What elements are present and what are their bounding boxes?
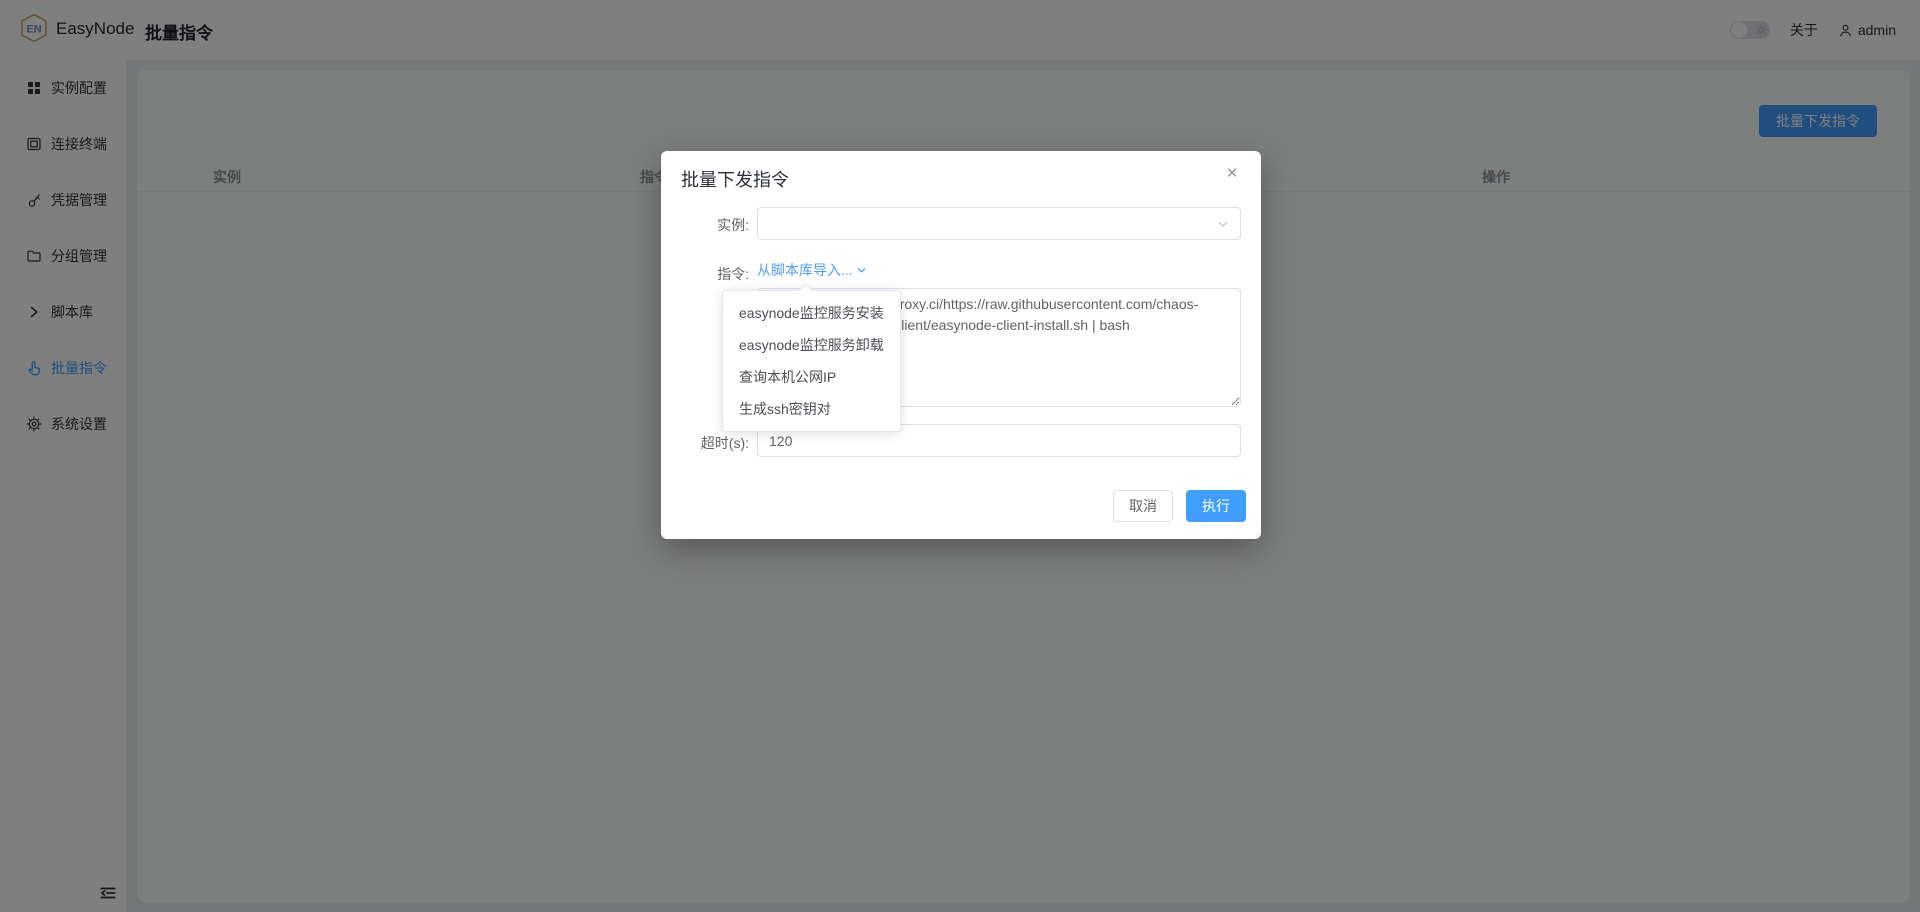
modal-title: 批量下发指令 bbox=[681, 166, 789, 192]
chevron-down-icon bbox=[856, 265, 867, 276]
script-option-install[interactable]: easynode监控服务安装 bbox=[723, 297, 900, 329]
import-from-scripts-link[interactable]: 从脚本库导入... bbox=[757, 260, 867, 280]
execute-button[interactable]: 执行 bbox=[1186, 490, 1246, 522]
instance-label: 实例: bbox=[661, 215, 749, 235]
script-option-public-ip[interactable]: 查询本机公网IP bbox=[723, 361, 900, 393]
command-label: 指令: bbox=[661, 264, 749, 284]
script-option-uninstall[interactable]: easynode监控服务卸载 bbox=[723, 329, 900, 361]
script-option-ssh-keypair[interactable]: 生成ssh密钥对 bbox=[723, 393, 900, 425]
cancel-button[interactable]: 取消 bbox=[1113, 490, 1173, 522]
close-icon[interactable]: × bbox=[1221, 163, 1243, 185]
instance-select[interactable] bbox=[757, 207, 1241, 240]
script-dropdown: easynode监控服务安装 easynode监控服务卸载 查询本机公网IP 生… bbox=[722, 290, 901, 432]
timeout-label: 超时(s): bbox=[661, 433, 749, 453]
chevron-down-icon bbox=[1217, 218, 1229, 230]
